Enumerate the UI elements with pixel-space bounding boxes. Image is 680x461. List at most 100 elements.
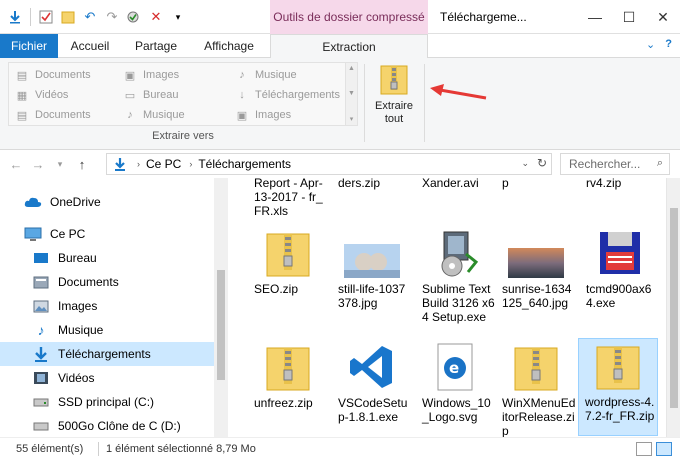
- help-icon[interactable]: ?: [665, 38, 672, 51]
- file-item[interactable]: sunrise-1634125_640.jpg: [496, 226, 576, 310]
- zip-folder-icon: [380, 65, 408, 95]
- documents-icon: ▤: [16, 109, 28, 122]
- tab-view[interactable]: Affichage: [196, 34, 262, 58]
- delete-icon[interactable]: ✕: [147, 8, 165, 26]
- cloud-icon: [24, 194, 42, 210]
- refresh-icon[interactable]: ↻: [537, 156, 547, 170]
- details-view-icon[interactable]: [636, 442, 652, 456]
- nav-item-onedrive[interactable]: OneDrive: [0, 190, 214, 214]
- drive-icon: [32, 394, 50, 410]
- close-icon[interactable]: ✕: [646, 0, 680, 34]
- file-item[interactable]: Xander.avi: [416, 178, 496, 190]
- videos-icon: ▦: [16, 89, 28, 102]
- file-item[interactable]: tcmd900ax64.exe: [580, 226, 660, 310]
- tab-share[interactable]: Partage: [126, 34, 186, 58]
- status-bar: 55 élément(s) 1 élément sélectionné 8,79…: [0, 437, 680, 461]
- videos-icon: [32, 370, 50, 386]
- nav-item-documents[interactable]: Documents: [0, 270, 214, 294]
- breadcrumb[interactable]: Téléchargements: [198, 157, 291, 171]
- dest-item[interactable]: ♪ Musique: [235, 65, 296, 85]
- file-item[interactable]: still-life-1037378.jpg: [332, 226, 412, 310]
- new-folder-icon[interactable]: [59, 8, 77, 26]
- tab-extract[interactable]: Extraction: [270, 34, 428, 59]
- tab-file[interactable]: Fichier: [0, 34, 58, 58]
- file-item[interactable]: ders.zip: [332, 178, 412, 190]
- undo-icon[interactable]: ↶: [81, 8, 99, 26]
- chevron-down-icon[interactable]: ▼: [348, 90, 355, 97]
- properties-icon[interactable]: [37, 8, 55, 26]
- installer-icon: [426, 226, 486, 278]
- dest-item[interactable]: ▤ Documents: [15, 105, 91, 125]
- large-icons-view-icon[interactable]: [656, 442, 672, 456]
- breadcrumb[interactable]: Ce PC: [146, 157, 181, 171]
- file-item[interactable]: WinXMenuEditorRelease.zip: [496, 340, 576, 437]
- file-item[interactable]: p: [496, 178, 576, 190]
- nav-item-music[interactable]: ♪ Musique: [0, 318, 214, 342]
- nav-item-drive-c[interactable]: SSD principal (C:): [0, 390, 214, 414]
- check-icon[interactable]: [125, 8, 143, 26]
- nav-item-videos[interactable]: Vidéos: [0, 366, 214, 390]
- nav-scrollbar[interactable]: [214, 178, 228, 437]
- file-item[interactable]: Report - Apr-13-2017 - fr_FR.xls: [248, 178, 328, 218]
- nav-item-pictures[interactable]: Images: [0, 294, 214, 318]
- downloads-icon: [32, 346, 50, 362]
- chevron-up-icon[interactable]: ▲: [348, 65, 355, 72]
- nav-item-desktop[interactable]: Bureau: [0, 246, 214, 270]
- down-arrow-icon[interactable]: [6, 8, 24, 26]
- desktop-icon: [32, 250, 50, 266]
- up-icon[interactable]: ↑: [74, 157, 90, 172]
- music-icon: ♪: [127, 109, 133, 121]
- file-item[interactable]: rv4.zip: [580, 178, 660, 190]
- file-item[interactable]: VSCodeSetup-1.8.1.exe: [332, 340, 412, 424]
- svg-text:e: e: [449, 359, 459, 377]
- content-scrollbar[interactable]: [666, 178, 680, 437]
- dest-item[interactable]: ▣ Images: [235, 105, 291, 125]
- dest-item[interactable]: ♪ Musique: [123, 105, 184, 125]
- file-item-selected[interactable]: wordpress-4.7.2-fr_FR.zip: [578, 338, 658, 436]
- gallery-scrollbar[interactable]: ▲ ▼ ▾: [345, 63, 357, 125]
- redo-icon[interactable]: ↷: [103, 8, 121, 26]
- zip-folder-icon: [506, 340, 566, 392]
- tab-home[interactable]: Accueil: [62, 34, 118, 58]
- forward-icon[interactable]: →: [30, 157, 46, 172]
- file-item[interactable]: SEO.zip: [248, 226, 328, 296]
- documents-icon: [32, 274, 50, 290]
- desktop-icon: ▭: [124, 89, 136, 102]
- file-item[interactable]: Sublime Text Build 3126 x64 Setup.exe: [416, 226, 496, 324]
- back-icon[interactable]: ←: [8, 157, 24, 172]
- window-title: Téléchargeme...: [440, 10, 527, 24]
- address-bar-row: ← → ▾ ↑ › Ce PC › Téléchargements ⌄ ↻ Re…: [0, 150, 680, 178]
- file-item[interactable]: e Windows_10_Logo.svg: [416, 340, 496, 424]
- dest-item[interactable]: ▦ Vidéos: [15, 85, 69, 105]
- destination-gallery: ▤ Documents ▣ Images ♪ Musique ▦ Vidéos ▭ Bur…: [8, 62, 358, 126]
- nav-item-drive-d[interactable]: 500Go Clône de C (D:): [0, 414, 214, 437]
- downloads-icon: ↓: [239, 89, 245, 101]
- computer-icon: [24, 226, 42, 242]
- customize-dropdown-icon[interactable]: ▾: [169, 8, 187, 26]
- contextual-tab-header: Outils de dossier compressé: [270, 0, 428, 34]
- dest-item[interactable]: ↓ Téléchargements: [235, 85, 340, 105]
- dest-item[interactable]: ▤ Documents: [15, 65, 91, 85]
- chevron-down-icon[interactable]: ⌄: [521, 158, 529, 169]
- maximize-icon[interactable]: ☐: [612, 0, 646, 34]
- group-label: Extraire vers: [152, 130, 214, 142]
- recent-dropdown-icon[interactable]: ▾: [52, 159, 68, 170]
- dest-item[interactable]: ▭ Bureau: [123, 85, 179, 105]
- zip-folder-icon: [258, 340, 318, 392]
- minimize-icon[interactable]: —: [578, 0, 612, 34]
- nav-item-this-pc[interactable]: Ce PC: [0, 222, 214, 246]
- title-bar: ↶ ↷ ✕ ▾ Outils de dossier compressé Télé…: [0, 0, 680, 34]
- dest-item[interactable]: ▣ Images: [123, 65, 179, 85]
- expand-icon[interactable]: ▾: [350, 115, 354, 123]
- pictures-icon: [32, 298, 50, 314]
- search-input[interactable]: Rechercher... ⌕: [560, 153, 670, 175]
- extract-all-button[interactable]: Extraire tout: [368, 62, 420, 142]
- file-item[interactable]: unfreez.zip: [248, 340, 328, 410]
- music-icon: ♪: [239, 69, 245, 81]
- nav-item-downloads[interactable]: Téléchargements: [0, 342, 214, 366]
- chevron-down-icon[interactable]: ⌄: [646, 38, 655, 51]
- ribbon: ▤ Documents ▣ Images ♪ Musique ▦ Vidéos ▭ Bur…: [0, 58, 680, 150]
- address-bar[interactable]: › Ce PC › Téléchargements ⌄ ↻: [106, 153, 552, 175]
- ribbon-tabs: Fichier Accueil Partage Affichage Extrac…: [0, 34, 680, 59]
- file-list: Report - Apr-13-2017 - fr_FR.xls ders.zi…: [228, 178, 666, 437]
